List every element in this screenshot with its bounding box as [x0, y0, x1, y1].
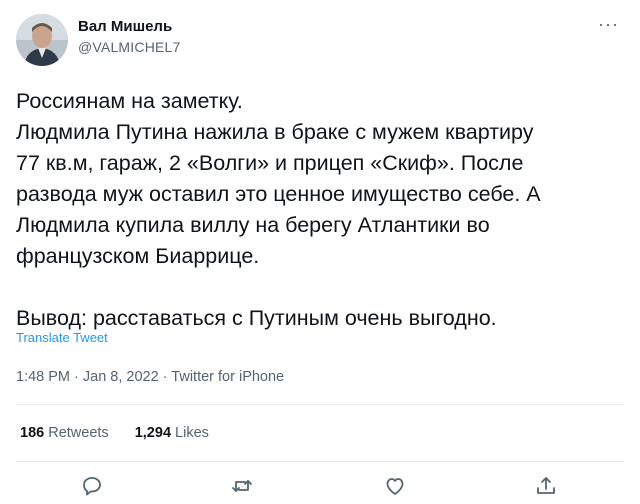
- tweet-line: французском Биаррице.: [16, 244, 260, 268]
- tweet-actions: [0, 474, 640, 500]
- user-handle[interactable]: @VALMICHEL7: [78, 39, 181, 55]
- tweet-line: развода муж оставил это ценное имущество…: [16, 182, 541, 206]
- more-horizontal-icon[interactable]: ···: [598, 14, 619, 35]
- reply-icon[interactable]: [80, 474, 104, 498]
- retweets-stat[interactable]: 186 Retweets: [20, 425, 109, 441]
- retweets-count: 186: [20, 425, 45, 441]
- tweet-text: Россиянам на заметку. Людмила Путина наж…: [16, 86, 621, 334]
- tweet-line: Людмила Путина нажила в браке с мужем кв…: [16, 120, 534, 144]
- translate-tweet-link[interactable]: Translate Tweet: [16, 330, 108, 345]
- tweet-line: Россиянам на заметку.: [16, 89, 243, 113]
- retweets-label: Retweets: [48, 425, 109, 441]
- tweet-line: Людмила купила виллу на берегу Атлантики…: [16, 213, 490, 237]
- likes-stat[interactable]: 1,294 Likes: [135, 425, 209, 441]
- heart-icon[interactable]: [383, 474, 407, 498]
- user-display-name[interactable]: Вал Мишель: [78, 18, 172, 35]
- tweet-line: 77 кв.м, гараж, 2 «Волги» и прицеп «Скиф…: [16, 151, 524, 175]
- likes-count: 1,294: [134, 425, 172, 441]
- divider: [16, 461, 624, 462]
- tweet-timestamp[interactable]: 1:48 PM · Jan 8, 2022 · Twitter for iPho…: [16, 369, 284, 385]
- share-icon[interactable]: [534, 474, 558, 498]
- retweet-icon[interactable]: [230, 474, 254, 498]
- likes-label: Likes: [175, 425, 209, 441]
- avatar[interactable]: [16, 14, 68, 66]
- tweet-stats: 186 Retweets 1,294 Likes: [20, 425, 231, 441]
- divider: [16, 404, 624, 405]
